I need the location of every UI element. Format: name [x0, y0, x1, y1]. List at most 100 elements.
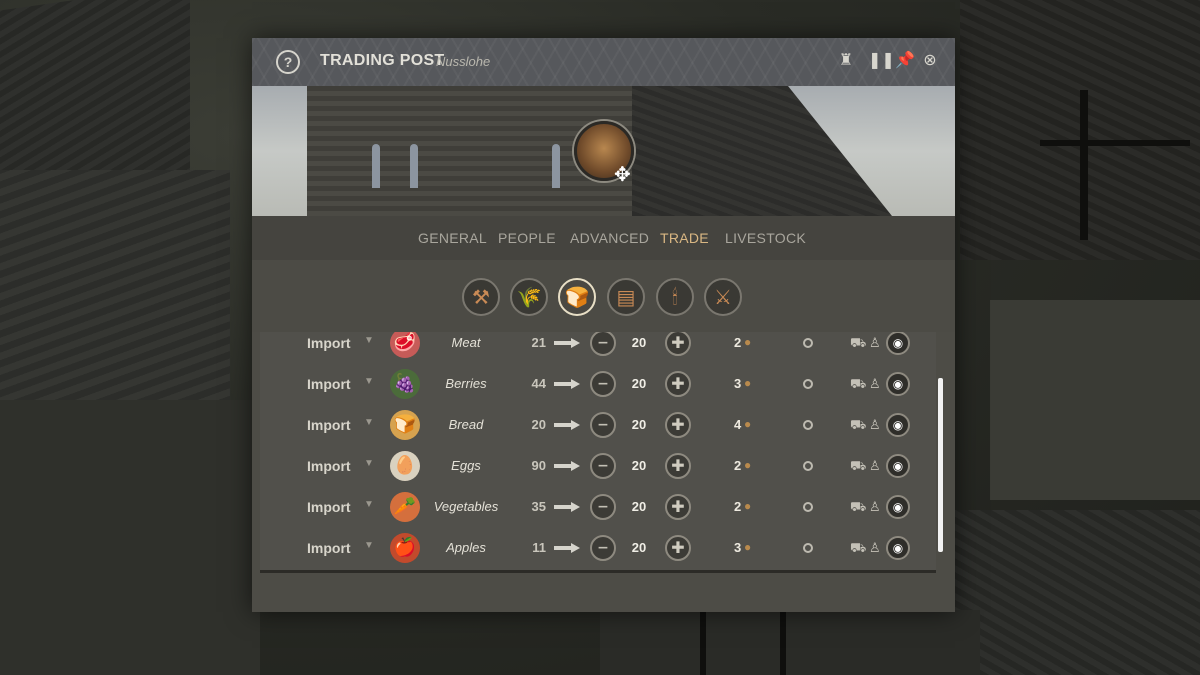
cart-icon[interactable]: ⛟ — [850, 540, 866, 558]
arrow-right-icon — [554, 379, 580, 389]
move-icon[interactable]: ✥ — [614, 164, 631, 184]
scrollbar[interactable] — [938, 378, 943, 552]
walker-icon[interactable]: ♙ — [869, 335, 881, 351]
timber-beam — [780, 612, 786, 675]
tab-trade[interactable]: TRADE — [660, 229, 709, 247]
good-icon: 🥚 — [390, 451, 420, 481]
walker-icon[interactable]: ♙ — [869, 458, 881, 474]
food-icon[interactable]: 🍞 — [558, 278, 596, 316]
trade-mode-dropdown[interactable]: Import — [307, 458, 351, 474]
pin-icon[interactable]: 📌 — [895, 50, 915, 70]
good-name: Apples — [446, 540, 486, 555]
cart-icon[interactable]: ⛟ — [850, 376, 866, 394]
tab-livestock[interactable]: LIVESTOCK — [725, 229, 806, 247]
help-icon[interactable]: ? — [276, 50, 300, 74]
trade-table: Import ▼ 🥩 Meat 21 − 20 ✚ 2 ● ⛟ ♙ ◉ Impo… — [260, 332, 936, 573]
cart-icon[interactable]: ⛟ — [850, 335, 866, 353]
increase-button[interactable]: ✚ — [665, 494, 691, 520]
trade-row: Import ▼ 🍞 Bread 20 − 20 ✚ 4 ● ⛟ ♙ ◉ — [260, 405, 936, 446]
eye-icon[interactable]: ◉ — [886, 332, 910, 355]
pause-icon[interactable]: ❚❚ — [868, 50, 895, 70]
status-radio[interactable] — [803, 461, 813, 471]
stock-count: 90 — [531, 458, 546, 473]
walker-icon[interactable]: ♙ — [869, 540, 881, 556]
arrow-right-icon — [554, 338, 580, 348]
decrease-button[interactable]: − — [590, 535, 616, 561]
cart-icon[interactable]: ⛟ — [850, 417, 866, 435]
eye-icon[interactable]: ◉ — [886, 536, 910, 560]
status-radio[interactable] — [803, 420, 813, 430]
leather-icon[interactable]: ▤ — [607, 278, 645, 316]
chevron-down-icon[interactable]: ▼ — [364, 499, 374, 510]
timber-beam — [1080, 90, 1088, 240]
grain-icon[interactable]: 🌾 — [510, 278, 548, 316]
good-name: Bread — [448, 417, 484, 432]
chevron-down-icon[interactable]: ▼ — [364, 417, 374, 428]
building-banner: ✥ — [252, 86, 955, 216]
decrease-button[interactable]: − — [590, 453, 616, 479]
tab-general[interactable]: GENERAL — [418, 229, 487, 247]
trade-row: Import ▼ 🥚 Eggs 90 − 20 ✚ 2 ● ⛟ ♙ ◉ — [260, 446, 936, 487]
tab-people[interactable]: PEOPLE — [498, 229, 556, 247]
decrease-button[interactable]: − — [590, 412, 616, 438]
church-window — [372, 144, 380, 188]
increase-button[interactable]: ✚ — [665, 332, 691, 356]
coin-icon: ● — [744, 540, 752, 554]
decrease-button[interactable]: − — [590, 371, 616, 397]
walker-icon[interactable]: ♙ — [869, 376, 881, 392]
trade-mode-dropdown[interactable]: Import — [307, 335, 351, 351]
good-name: Vegetables — [433, 499, 499, 514]
target-amount: 20 — [631, 376, 647, 391]
increase-button[interactable]: ✚ — [665, 535, 691, 561]
materials-icon[interactable]: ⚒ — [462, 278, 500, 316]
price-value: 3 — [734, 540, 742, 555]
good-icon: 🥩 — [390, 332, 420, 358]
trade-mode-dropdown[interactable]: Import — [307, 499, 351, 515]
walker-icon[interactable]: ♙ — [869, 499, 881, 515]
trade-mode-dropdown[interactable]: Import — [307, 540, 351, 556]
good-icon: 🍞 — [390, 410, 420, 440]
eye-icon[interactable]: ◉ — [886, 413, 910, 437]
price-value: 2 — [734, 499, 742, 514]
decrease-button[interactable]: − — [590, 494, 616, 520]
chevron-down-icon[interactable]: ▼ — [364, 376, 374, 387]
window-titlebar[interactable]: ? TRADING POST Nusslohe ♜ ❚❚ 📌 ⊗ — [252, 38, 955, 87]
good-icon: 🍎 — [390, 533, 420, 563]
coin-icon: ● — [744, 335, 752, 349]
target-amount: 20 — [631, 499, 647, 514]
chevron-down-icon[interactable]: ▼ — [364, 458, 374, 469]
good-icon: 🍇 — [390, 369, 420, 399]
eye-icon[interactable]: ◉ — [886, 454, 910, 478]
category-filter: ⚒ 🌾 🍞 ▤ 🕯 ⚔ — [252, 260, 955, 332]
eye-icon[interactable]: ◉ — [886, 495, 910, 519]
trade-mode-dropdown[interactable]: Import — [307, 417, 351, 433]
chevron-down-icon[interactable]: ▼ — [364, 335, 374, 346]
increase-button[interactable]: ✚ — [665, 453, 691, 479]
stock-count: 11 — [532, 540, 546, 555]
cart-icon[interactable]: ⛟ — [850, 499, 866, 517]
trade-mode-dropdown[interactable]: Import — [307, 376, 351, 392]
walker-icon[interactable]: ♙ — [869, 417, 881, 433]
chevron-down-icon[interactable]: ▼ — [364, 540, 374, 551]
roof — [990, 300, 1200, 500]
trade-row: Import ▼ 🍎 Apples 11 − 20 ✚ 3 ● ⛟ ♙ ◉ — [260, 528, 936, 569]
decrease-button[interactable]: − — [590, 332, 616, 356]
status-radio[interactable] — [803, 338, 813, 348]
eye-icon[interactable]: ◉ — [886, 372, 910, 396]
tab-advanced[interactable]: ADVANCED — [570, 229, 649, 247]
coin-icon: ● — [744, 376, 752, 390]
castle-icon[interactable]: ♜ — [836, 50, 856, 70]
tools-icon[interactable]: ⚔ — [704, 278, 742, 316]
status-radio[interactable] — [803, 379, 813, 389]
arrow-right-icon — [554, 543, 580, 553]
candle-icon[interactable]: 🕯 — [656, 278, 694, 316]
stock-count: 35 — [531, 499, 546, 514]
increase-button[interactable]: ✚ — [665, 412, 691, 438]
church-window — [410, 144, 418, 188]
status-radio[interactable] — [803, 543, 813, 553]
status-radio[interactable] — [803, 502, 813, 512]
close-icon[interactable]: ⊗ — [920, 50, 940, 70]
tab-bar: GENERAL PEOPLE ADVANCED TRADE LIVESTOCK — [252, 216, 955, 260]
cart-icon[interactable]: ⛟ — [850, 458, 866, 476]
increase-button[interactable]: ✚ — [665, 371, 691, 397]
